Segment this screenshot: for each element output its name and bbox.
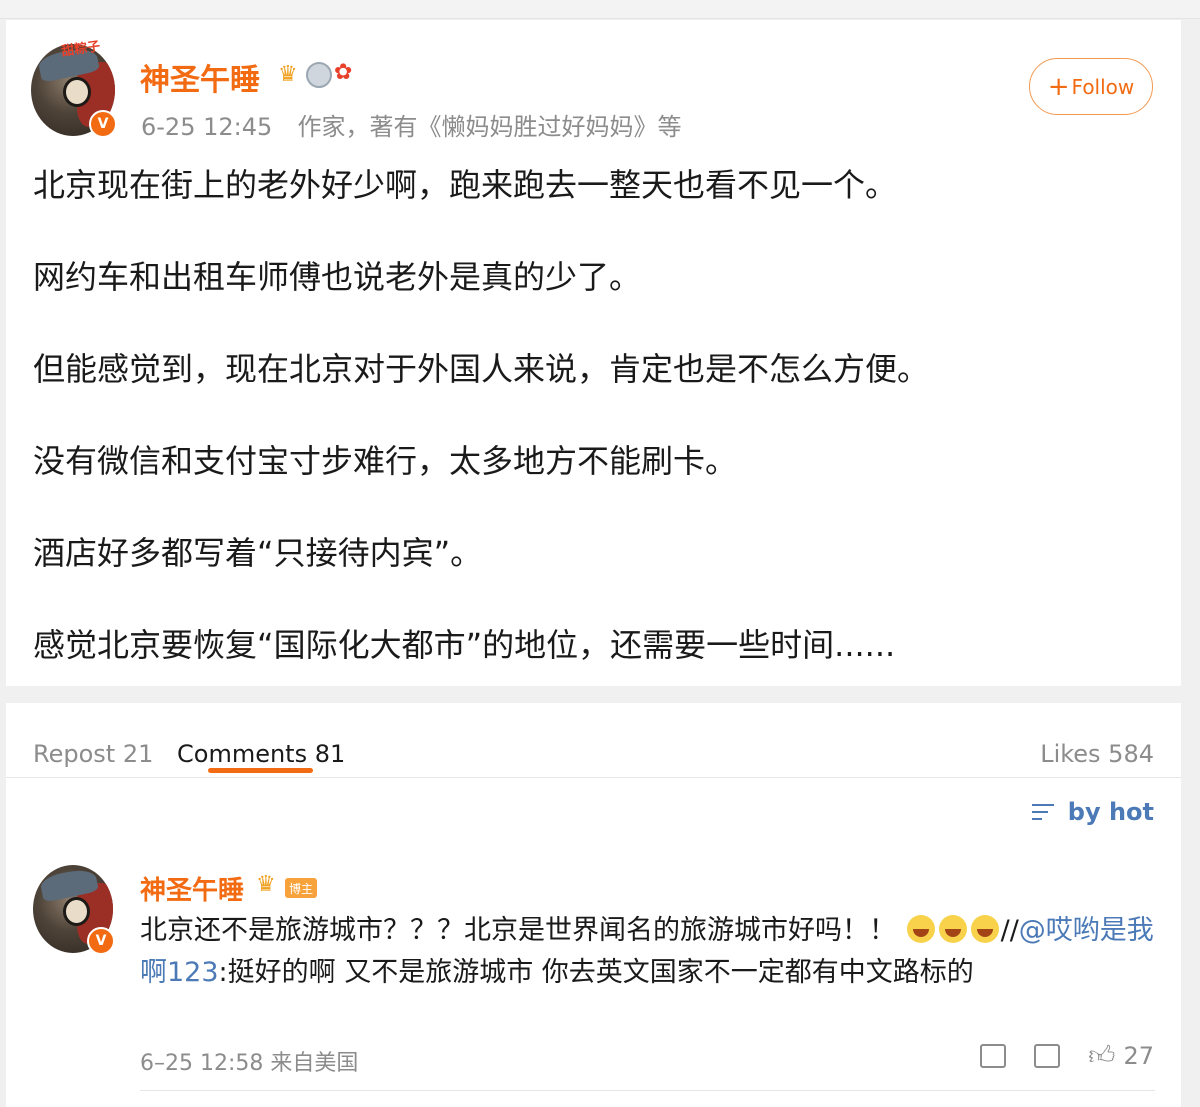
active-tab-indicator	[208, 768, 313, 773]
repost-separator: //	[1000, 915, 1019, 946]
post-paragraph: 但能感觉到，现在北京对于外国人来说，肯定也是不怎么方便。	[33, 350, 930, 388]
comment-text-main: 北京还不是旅游城市？？？北京是世界闻名的旅游城市好吗！！	[140, 915, 896, 946]
like-count: 27	[1123, 1041, 1154, 1070]
thumbs-up-icon: 👍︎	[1088, 1041, 1116, 1071]
like-button[interactable]: 👍︎ 27	[1088, 1040, 1154, 1071]
post-paragraph: 网约车和出租车师傅也说老外是真的少了。	[33, 258, 642, 296]
comment-meta: 6–25 12:58 来自美国	[140, 1051, 359, 1076]
tab-likes[interactable]: Likes 584	[1040, 740, 1154, 768]
sort-icon	[1031, 801, 1058, 823]
verified-icon: V	[89, 110, 117, 138]
sort-button[interactable]: by hot	[1031, 798, 1154, 826]
fish-icon[interactable]: ✿	[334, 60, 352, 85]
post-paragraph: 没有微信和支付宝寸步难行，太多地方不能刷卡。	[33, 442, 738, 480]
divider	[140, 1090, 1155, 1091]
verified-icon: V	[87, 927, 115, 955]
follow-button[interactable]: + Follow	[1029, 58, 1153, 115]
share-icon[interactable]	[980, 1043, 1007, 1068]
post-meta: 6-25 12:45 作家，著有《懒妈妈胜过好妈妈》等	[141, 107, 682, 142]
laughing-emoji-icon	[938, 915, 967, 943]
laughing-emoji-icon	[970, 915, 999, 943]
plus-icon: +	[1047, 71, 1070, 102]
medal-icon[interactable]	[306, 62, 332, 88]
post-paragraph: 酒店好多都写着“只接待内宾”。	[33, 534, 483, 572]
comment-author-avatar[interactable]: V	[33, 865, 115, 955]
post-author-name[interactable]: 神圣午睡	[140, 55, 260, 99]
author-tag: 博主	[285, 878, 317, 898]
top-strip	[0, 0, 1200, 19]
comment-actions: 👍︎ 27	[980, 1040, 1154, 1071]
post-time[interactable]: 6-25 12:45	[141, 113, 272, 141]
avatar-face	[62, 77, 91, 108]
reply-icon[interactable]	[1034, 1043, 1061, 1068]
post-body: 北京现在街上的老外好少啊，跑来跑去一整天也看不见一个。 网约车和出租车师傅也说老…	[33, 160, 1153, 712]
laughing-emoji-icon	[906, 915, 935, 943]
post-author-avatar[interactable]: 甜粽子 V	[31, 39, 117, 138]
comment-author-name[interactable]: 神圣午睡	[140, 870, 244, 907]
post-paragraph: 感觉北京要恢复“国际化大都市”的地位，还需要一些时间......	[33, 626, 896, 664]
follow-label: Follow	[1071, 74, 1135, 99]
avatar-face	[63, 896, 91, 926]
author-description: 作家，著有《懒妈妈胜过好妈妈》等	[297, 113, 682, 141]
tab-repost[interactable]: Repost 21	[33, 740, 153, 768]
comment-text: 北京还不是旅游城市？？？北京是世界闻名的旅游城市好吗！！ //@哎哟是我啊123…	[140, 910, 1155, 994]
post-paragraph: 北京现在街上的老外好少啊，跑来跑去一整天也看不见一个。	[33, 166, 898, 204]
crown-icon[interactable]: ♛	[278, 62, 298, 87]
sort-label: by hot	[1067, 798, 1154, 826]
tab-comments[interactable]: Comments 81	[177, 740, 345, 768]
crown-icon[interactable]: ♛	[256, 872, 276, 897]
quoted-text: :挺好的啊 又不是旅游城市 你去英文国家不一定都有中文路标的	[218, 957, 974, 988]
